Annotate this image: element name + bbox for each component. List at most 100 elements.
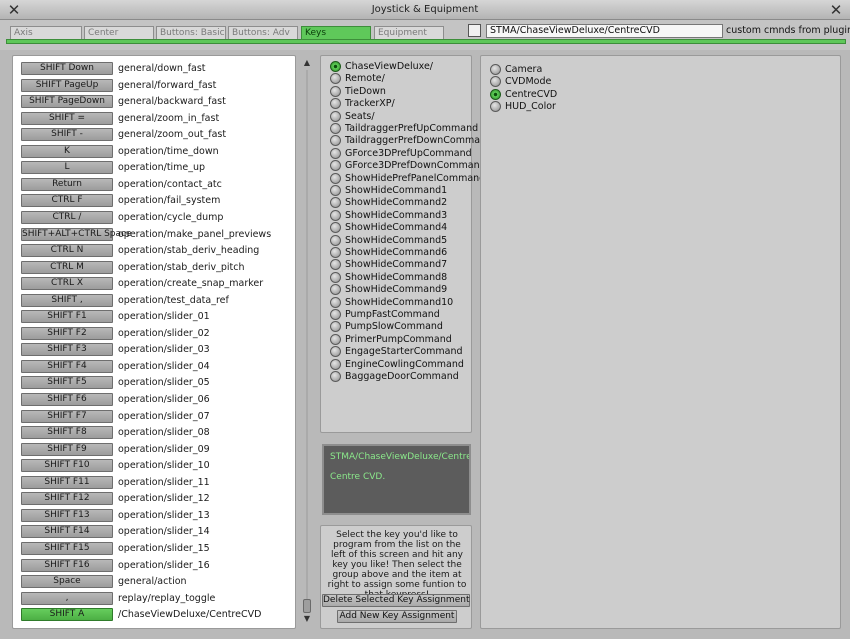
key-list-scrollbar[interactable]: ▲ ▼: [302, 58, 312, 624]
key-binding-button[interactable]: SHIFT PageDown: [21, 95, 113, 109]
radio-button[interactable]: [330, 234, 341, 246]
radio-button[interactable]: [330, 346, 341, 358]
radio-button[interactable]: [330, 110, 341, 122]
radio-button[interactable]: [330, 222, 341, 234]
key-binding-button[interactable]: SHIFT PageUp: [21, 78, 113, 92]
key-assignment-row[interactable]: SHIFT F11 operation/slider_11: [21, 475, 291, 490]
radio-button[interactable]: [330, 172, 341, 184]
radio-button[interactable]: [490, 64, 501, 75]
key-binding-button[interactable]: CTRL N: [21, 244, 113, 258]
key-binding-button[interactable]: SHIFT F14: [21, 525, 113, 539]
custom-command-path-field[interactable]: STMA/ChaseViewDeluxe/CentreCVD: [486, 24, 723, 38]
key-binding-button[interactable]: K: [21, 144, 113, 158]
key-assignment-row[interactable]: Koperation/time_down: [21, 144, 291, 159]
key-binding-button[interactable]: SHIFT F15: [21, 541, 113, 555]
key-binding-button[interactable]: L: [21, 161, 113, 175]
key-binding-button[interactable]: SHIFT F13: [21, 508, 113, 522]
radio-button[interactable]: [330, 147, 341, 159]
key-assignment-row[interactable]: SHIFT F1 operation/slider_01: [21, 310, 291, 324]
key-assignment-row[interactable]: SHIFT PageUp general/forward_fast: [21, 78, 291, 93]
key-assignment-row[interactable]: SHIFT F3 operation/slider_03: [21, 343, 291, 357]
radio-button[interactable]: [330, 123, 341, 134]
key-binding-button[interactable]: CTRL F: [21, 194, 113, 208]
key-binding-button[interactable]: CTRL /: [21, 210, 113, 224]
key-binding-button[interactable]: SHIFT A: [21, 608, 113, 622]
radio-button[interactable]: [330, 209, 341, 221]
key-binding-button[interactable]: SHIFT F6: [21, 393, 113, 406]
key-binding-button[interactable]: SHIFT F4: [21, 359, 113, 373]
key-binding-button[interactable]: SHIFT F11: [21, 475, 113, 489]
key-assignment-row[interactable]: SHIFT F14 operation/slider_14: [21, 525, 291, 539]
radio-button[interactable]: [490, 76, 501, 88]
key-assignment-row[interactable]: CTRL M operation/stab_deriv_pitch: [21, 260, 291, 275]
key-assignment-row[interactable]: SHIFT F13 operation/slider_13: [21, 508, 291, 523]
radio-button[interactable]: [330, 160, 341, 172]
key-assignment-row[interactable]: SHIFT F2 operation/slider_02: [21, 326, 291, 341]
key-assignment-row[interactable]: SHIFT - general/zoom_out_fast: [21, 128, 291, 142]
arrow-up-icon[interactable]: ▲: [302, 58, 312, 68]
key-binding-button[interactable]: SHIFT ,: [21, 293, 113, 307]
radio-button[interactable]: [330, 296, 341, 308]
key-binding-button[interactable]: ,: [21, 591, 113, 605]
radio-button[interactable]: [490, 88, 501, 100]
key-assignment-row[interactable]: SHIFT F8 operation/slider_08: [21, 426, 291, 440]
key-binding-button[interactable]: SHIFT F1: [21, 310, 113, 324]
tab-keys[interactable]: Keys: [301, 26, 371, 40]
key-assignment-row[interactable]: SHIFT F10 operation/slider_10: [21, 459, 291, 473]
radio-button[interactable]: [330, 85, 341, 97]
key-binding-button[interactable]: CTRL X: [21, 277, 113, 291]
key-binding-button[interactable]: CTRL M: [21, 260, 113, 274]
custom-commands-checkbox[interactable]: [468, 24, 481, 37]
tab-equipment[interactable]: Equipment: [374, 26, 444, 40]
arrow-down-icon[interactable]: ▼: [302, 614, 312, 624]
tab-buttons-basic[interactable]: Buttons: Basic: [156, 26, 226, 40]
key-assignment-row[interactable]: CTRL X operation/create_snap_marker: [21, 277, 291, 291]
radio-button[interactable]: [330, 73, 341, 85]
key-binding-button[interactable]: SHIFT F5: [21, 376, 113, 390]
key-assignment-row[interactable]: SHIFT+ALT+CTRL Space operation/make_panel…: [21, 227, 291, 242]
key-binding-button[interactable]: SHIFT -: [21, 128, 113, 142]
key-assignment-row[interactable]: SHIFT = general/zoom_in_fast: [21, 111, 291, 126]
radio-button[interactable]: [330, 197, 341, 209]
close-icon[interactable]: ✕: [828, 2, 844, 18]
key-binding-button[interactable]: SHIFT =: [21, 111, 113, 125]
radio-button[interactable]: [330, 185, 341, 196]
key-assignment-row[interactable]: SHIFT , operation/test_data_ref: [21, 293, 291, 308]
key-assignment-row[interactable]: Loperation/time_up: [21, 161, 291, 175]
tab-buttons-adv[interactable]: Buttons: Adv: [228, 26, 298, 40]
radio-button[interactable]: [330, 321, 341, 333]
key-assignment-row[interactable]: Space general/action: [21, 575, 291, 589]
radio-button[interactable]: [330, 271, 341, 283]
radio-button[interactable]: [330, 247, 341, 258]
key-assignment-row[interactable]: SHIFT F7 operation/slider_07: [21, 409, 291, 424]
key-assignment-row[interactable]: CTRL F operation/fail_system: [21, 194, 291, 208]
key-binding-button[interactable]: SHIFT F10: [21, 459, 113, 473]
key-binding-button[interactable]: SHIFT F3: [21, 343, 113, 357]
delete-key-assignment-button[interactable]: Delete Selected Key Assignment: [322, 594, 470, 607]
radio-button[interactable]: [330, 98, 341, 110]
key-assignment-row[interactable]: SHIFT A/ChaseViewDeluxe/CentreCVD: [21, 608, 291, 622]
radio-button[interactable]: [330, 135, 341, 147]
key-binding-button[interactable]: SHIFT+ALT+CTRL Space: [21, 227, 132, 241]
scroll-thumb[interactable]: [303, 599, 311, 613]
radio-button[interactable]: [330, 358, 341, 370]
key-assignment-row[interactable]: SHIFT F12 operation/slider_12: [21, 492, 291, 506]
key-assignment-row[interactable]: SHIFT F5 operation/slider_05: [21, 376, 291, 390]
radio-button[interactable]: [330, 259, 341, 271]
key-binding-button[interactable]: Return: [21, 177, 113, 191]
key-assignment-row[interactable]: SHIFT F16 operation/slider_16: [21, 558, 291, 573]
key-assignment-row[interactable]: SHIFT F9 operation/slider_09: [21, 442, 291, 457]
radio-button[interactable]: [330, 284, 341, 296]
key-assignment-row[interactable]: SHIFT F15 operation/slider_15: [21, 541, 291, 556]
key-assignment-row[interactable]: SHIFT F6 operation/slider_06: [21, 393, 291, 407]
key-assignment-row[interactable]: SHIFT PageDown general/backward_fast: [21, 95, 291, 109]
key-assignment-row[interactable]: SHIFT Down general/down_fast: [21, 62, 291, 76]
key-binding-button[interactable]: SHIFT F9: [21, 442, 113, 456]
key-assignment-row[interactable]: CTRL N operation/stab_deriv_heading: [21, 244, 291, 258]
key-assignment-row[interactable]: SHIFT F4 operation/slider_04: [21, 359, 291, 374]
key-binding-button[interactable]: SHIFT F2: [21, 326, 113, 340]
key-binding-button[interactable]: SHIFT F7: [21, 409, 113, 423]
key-binding-button[interactable]: SHIFT F16: [21, 558, 113, 572]
radio-button[interactable]: [330, 333, 341, 345]
key-binding-button[interactable]: SHIFT F12: [21, 492, 113, 506]
